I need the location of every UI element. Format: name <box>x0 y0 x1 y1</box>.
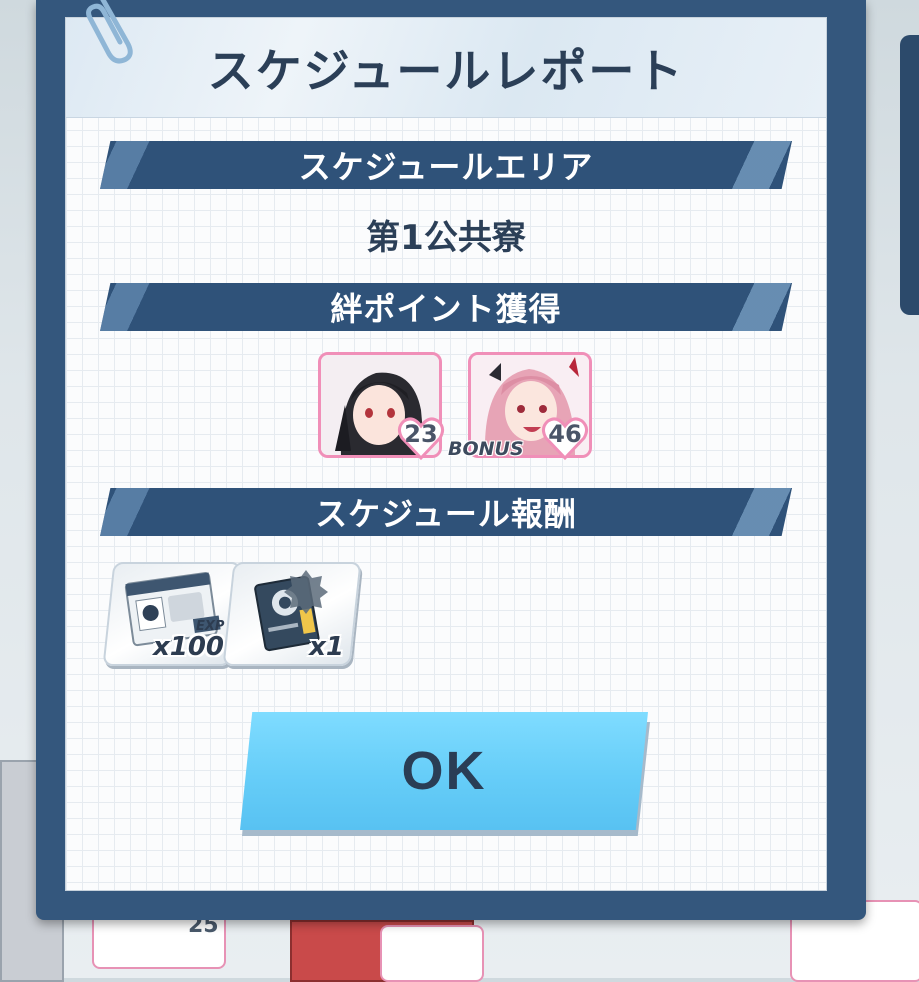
ok-button[interactable]: OK <box>240 712 648 830</box>
dialog-title: スケジュールレポート <box>207 43 685 98</box>
section-header-bond-points: 絆ポイント獲得 <box>100 283 792 331</box>
dialog-title-bar: スケジュールレポート <box>66 18 826 118</box>
reward-count: x1 <box>309 632 344 662</box>
background-character-card <box>380 925 484 982</box>
ok-button-label: OK <box>401 741 487 801</box>
reward-count: x100 <box>152 632 224 662</box>
section-header-schedule-area: スケジュールエリア <box>100 141 792 189</box>
background-side-panel <box>900 35 919 315</box>
section-title: スケジュールエリア <box>298 148 594 186</box>
reward-item-location-pass[interactable]: EXP x100 <box>102 562 242 666</box>
paperclip-icon <box>86 0 133 64</box>
reward-item-gear-manual[interactable]: x1 <box>222 562 362 666</box>
section-header-rewards: スケジュール報酬 <box>100 488 792 536</box>
bond-level-value: 23 <box>404 420 438 448</box>
schedule-area-value: 第1公共寮 <box>366 218 526 258</box>
bond-level-value: 46 <box>548 420 582 448</box>
section-title: 絆ポイント獲得 <box>330 290 562 328</box>
bonus-badge: BONUS <box>448 438 524 460</box>
section-title: スケジュール報酬 <box>315 495 577 533</box>
